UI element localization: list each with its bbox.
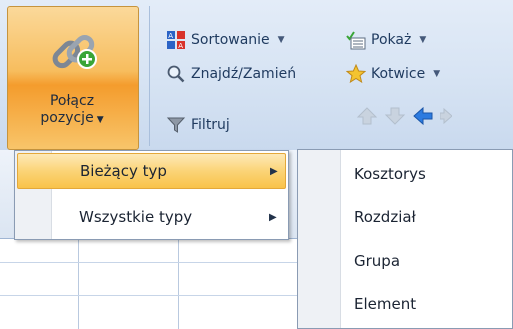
show-button[interactable]: Pokaż ▼	[346, 28, 426, 52]
dropdown-arrow-icon: ▼	[96, 115, 104, 125]
funnel-icon	[166, 115, 186, 135]
anchors-label: Kotwice	[371, 66, 426, 82]
svg-text:A: A	[178, 42, 183, 50]
merge-items-button[interactable]: Połącz pozycje ▼	[7, 6, 139, 150]
menu-item-label: Wszystkie typy	[79, 208, 193, 226]
sort-icon: A A	[166, 30, 186, 50]
arrow-up-icon[interactable]	[356, 106, 378, 130]
filter-label: Filtruj	[191, 117, 230, 133]
arrow-down-icon[interactable]	[384, 106, 406, 130]
merge-items-menu: Bieżący typ ▶ Wszystkie typy ▶	[14, 150, 289, 240]
dropdown-arrow-icon: ▼	[433, 69, 441, 79]
submenu-arrow-icon: ▶	[270, 165, 278, 177]
anchors-button[interactable]: Kotwice ▼	[345, 62, 441, 86]
merge-label-line1: Połącz	[49, 93, 95, 109]
ribbon: Połącz pozycje ▼ A A Sortowanie ▼ Znajdź…	[0, 0, 513, 150]
ribbon-separator	[149, 6, 150, 146]
magnifier-icon	[166, 64, 186, 84]
merge-items-label: Połącz pozycje ▼	[8, 93, 136, 129]
merge-link-icon	[48, 25, 100, 85]
current-type-submenu: Kosztorys Rozdział Grupa Element	[297, 149, 513, 329]
svg-text:A: A	[168, 32, 173, 40]
show-label: Pokaż	[371, 32, 412, 48]
submenu-icon-gutter	[298, 150, 341, 328]
arrow-right-icon[interactable]	[439, 106, 453, 130]
show-list-icon	[346, 30, 366, 50]
find-replace-button[interactable]: Znajdź/Zamień	[166, 62, 296, 86]
menu-item-all-types[interactable]: Wszystkie typy ▶	[17, 199, 286, 235]
filter-button[interactable]: Filtruj	[166, 113, 230, 137]
star-icon	[345, 63, 367, 84]
menu-item-label: Bieżący typ	[80, 162, 167, 180]
submenu-arrow-icon: ▶	[269, 211, 277, 223]
submenu-item-element[interactable]: Element	[354, 293, 416, 315]
dropdown-arrow-icon: ▼	[277, 35, 285, 45]
menu-item-current-type[interactable]: Bieżący typ ▶	[17, 153, 286, 189]
submenu-item-grupa[interactable]: Grupa	[354, 250, 400, 272]
submenu-item-rozdzial[interactable]: Rozdział	[354, 206, 416, 228]
merge-label-line2: pozycje	[40, 110, 94, 126]
arrow-left-icon[interactable]	[412, 106, 434, 130]
submenu-item-kosztorys[interactable]: Kosztorys	[354, 163, 426, 185]
navigation-arrows	[356, 106, 453, 130]
find-replace-label: Znajdź/Zamień	[191, 66, 297, 82]
sort-label: Sortowanie	[191, 32, 270, 48]
dropdown-arrow-icon: ▼	[419, 35, 427, 45]
sort-button[interactable]: A A Sortowanie ▼	[166, 28, 285, 52]
